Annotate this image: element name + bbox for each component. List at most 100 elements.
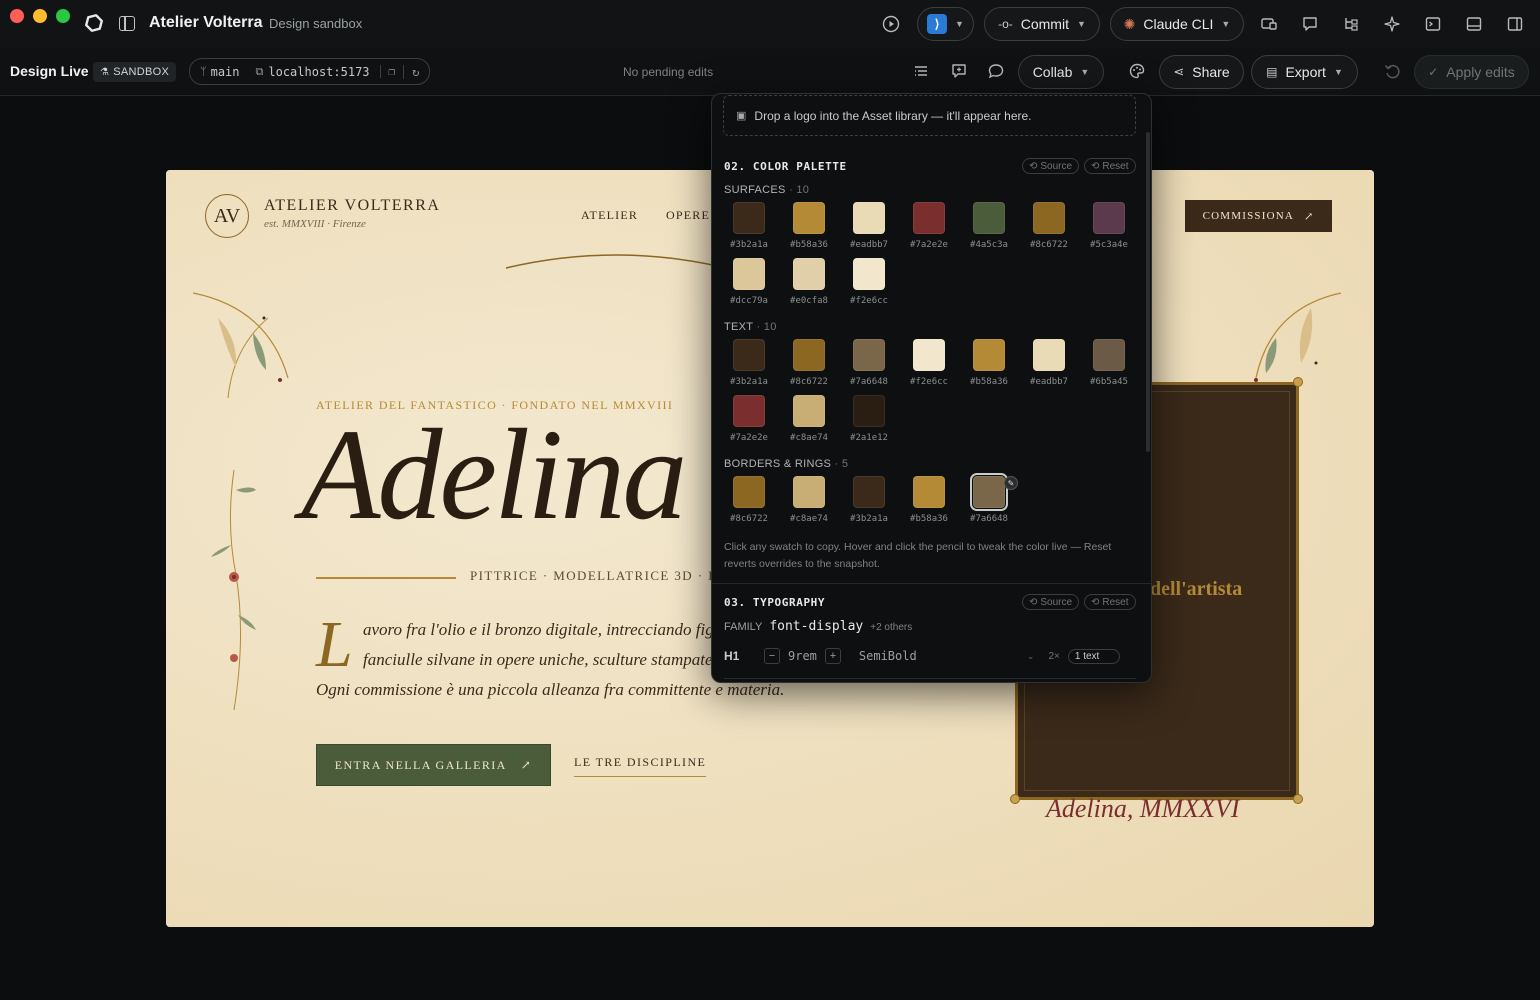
palette-icon[interactable] — [1128, 62, 1146, 80]
color-swatch[interactable]: #4a5c3a — [959, 202, 1019, 250]
color-swatch[interactable]: #f2e6cc — [839, 258, 899, 306]
swatch-chip[interactable] — [853, 258, 885, 290]
color-swatch[interactable]: #3b2a1a — [719, 339, 779, 387]
bottom-panel-icon[interactable] — [1465, 15, 1483, 33]
zoom-window-button[interactable] — [56, 9, 70, 23]
close-window-button[interactable] — [10, 9, 24, 23]
color-swatch[interactable]: #2a1e12 — [839, 395, 899, 443]
swatch-chip[interactable] — [793, 395, 825, 427]
swatch-chip[interactable] — [913, 339, 945, 371]
increase-size-button[interactable]: + — [824, 648, 841, 664]
chevron-down-icon[interactable]: ⌄ — [1027, 651, 1035, 662]
swatch-chip[interactable] — [793, 339, 825, 371]
swatch-chip[interactable] — [733, 395, 765, 427]
typography-reset-button[interactable]: ⟲ Reset — [1084, 594, 1136, 610]
swatch-chip[interactable] — [733, 202, 765, 234]
chat-bubble-icon[interactable] — [987, 62, 1005, 80]
edit-color-pencil-icon[interactable]: ✎ — [1004, 476, 1018, 490]
color-swatch[interactable]: #8c6722 — [779, 339, 839, 387]
color-swatch[interactable]: #dcc79a — [719, 258, 779, 306]
swatch-chip[interactable] — [853, 339, 885, 371]
brand-monogram[interactable]: AV — [205, 194, 249, 238]
h1-usage-tag[interactable]: 1 text — [1067, 648, 1120, 664]
sparkle-icon[interactable] — [1383, 15, 1401, 33]
color-swatch[interactable]: #5c3a4e — [1079, 202, 1139, 250]
three-disciplines-link[interactable]: LE TRE DISCIPLINE — [574, 755, 707, 777]
swatch-chip[interactable] — [733, 339, 765, 371]
color-swatch[interactable]: #7a2e2e — [899, 202, 959, 250]
apply-edits-button[interactable]: ✓ Apply edits — [1414, 55, 1529, 89]
typography-source-button[interactable]: ⟲ Source — [1022, 594, 1080, 610]
brand-name[interactable]: ATELIER VOLTERRA — [264, 197, 440, 215]
swatch-chip[interactable] — [853, 395, 885, 427]
popover-scrollbar[interactable] — [1146, 132, 1150, 452]
branch-name[interactable]: main — [211, 65, 240, 79]
h1-weight-select[interactable]: SemiBold — [859, 649, 1019, 663]
family-value[interactable]: font-display — [769, 619, 863, 634]
color-swatch[interactable]: #7a6648 — [839, 339, 899, 387]
color-swatch[interactable]: #7a2e2e — [719, 395, 779, 443]
color-swatch[interactable]: #8c6722 — [1019, 202, 1079, 250]
color-swatch[interactable]: #f2e6cc — [899, 339, 959, 387]
color-swatch[interactable]: #eadbb7 — [1019, 339, 1079, 387]
play-icon[interactable] — [882, 15, 900, 33]
comment-icon[interactable] — [1301, 15, 1319, 33]
minimize-window-button[interactable] — [33, 9, 47, 23]
tree-icon[interactable] — [1342, 15, 1360, 33]
swatch-chip[interactable] — [1093, 339, 1125, 371]
logo-drop-zone[interactable]: ▣ Drop a logo into the Asset library — i… — [723, 95, 1136, 136]
color-swatch[interactable]: #eadbb7 — [839, 202, 899, 250]
copy-icon[interactable]: ❐ — [379, 65, 395, 78]
color-swatch[interactable]: #b58a36 — [959, 339, 1019, 387]
palette-reset-button[interactable]: ⟲ Reset — [1084, 158, 1136, 174]
sidebar-toggle-icon[interactable] — [119, 16, 135, 31]
swatch-chip[interactable] — [793, 476, 825, 508]
swatch-chip[interactable] — [1033, 339, 1065, 371]
layers-list-icon[interactable] — [912, 62, 930, 80]
palette-source-button[interactable]: ⟲ Source — [1022, 158, 1080, 174]
terminal-icon[interactable] — [1424, 15, 1442, 33]
color-swatch[interactable]: #8c6722 — [719, 476, 779, 524]
color-swatch[interactable]: #3b2a1a — [839, 476, 899, 524]
share-button[interactable]: ⋖ Share — [1159, 55, 1244, 89]
swatch-chip[interactable] — [733, 258, 765, 290]
family-others[interactable]: +2 others — [870, 622, 912, 633]
nav-atelier[interactable]: ATELIER — [581, 208, 638, 223]
enter-gallery-button[interactable]: ENTRA NELLA GALLERIA ↗ — [316, 744, 551, 786]
color-swatch[interactable]: #e0cfa8 — [779, 258, 839, 306]
color-swatch[interactable]: #c8ae74 — [779, 476, 839, 524]
swatch-chip[interactable] — [973, 202, 1005, 234]
claude-cli-button[interactable]: ✺ Claude CLI ▼ — [1110, 7, 1244, 41]
add-comment-icon[interactable] — [950, 62, 968, 80]
h1-size-value[interactable]: 9rem — [788, 649, 817, 663]
collab-button[interactable]: Collab ▼ — [1018, 55, 1104, 89]
swatch-chip[interactable] — [913, 476, 945, 508]
undo-icon[interactable] — [1383, 62, 1401, 80]
color-swatch[interactable]: #6b5a45 — [1079, 339, 1139, 387]
swatch-chip[interactable] — [1033, 202, 1065, 234]
swatch-chip[interactable] — [853, 476, 885, 508]
swatch-chip[interactable] — [853, 202, 885, 234]
color-swatch[interactable]: #c8ae74 — [779, 395, 839, 443]
swatch-chip[interactable] — [793, 202, 825, 234]
devices-icon[interactable] — [1260, 15, 1278, 33]
swatch-chip[interactable] — [973, 339, 1005, 371]
swatch-chip[interactable] — [913, 202, 945, 234]
url-text[interactable]: localhost:5173 — [268, 65, 369, 79]
editor-select-button[interactable]: ⟩ ▼ — [917, 7, 974, 41]
swatch-chip[interactable] — [1093, 202, 1125, 234]
commit-button[interactable]: -o- Commit ▼ — [984, 7, 1100, 41]
refresh-icon[interactable]: ↻ — [403, 64, 419, 79]
color-swatch[interactable]: #b58a36 — [899, 476, 959, 524]
right-panel-icon[interactable] — [1506, 15, 1524, 33]
color-swatch[interactable]: #3b2a1a — [719, 202, 779, 250]
nav-opere[interactable]: OPERE — [666, 208, 710, 223]
color-swatch[interactable]: #b58a36 — [779, 202, 839, 250]
external-link-icon[interactable]: ⧉ — [256, 65, 264, 79]
swatch-chip[interactable] — [793, 258, 825, 290]
export-button[interactable]: ▤ Export ▼ — [1251, 55, 1358, 89]
swatch-chip[interactable] — [733, 476, 765, 508]
commissiona-button[interactable]: COMMISSIONA ↗ — [1185, 200, 1332, 232]
swatch-chip[interactable] — [970, 473, 1008, 511]
decrease-size-button[interactable]: − — [764, 648, 780, 664]
